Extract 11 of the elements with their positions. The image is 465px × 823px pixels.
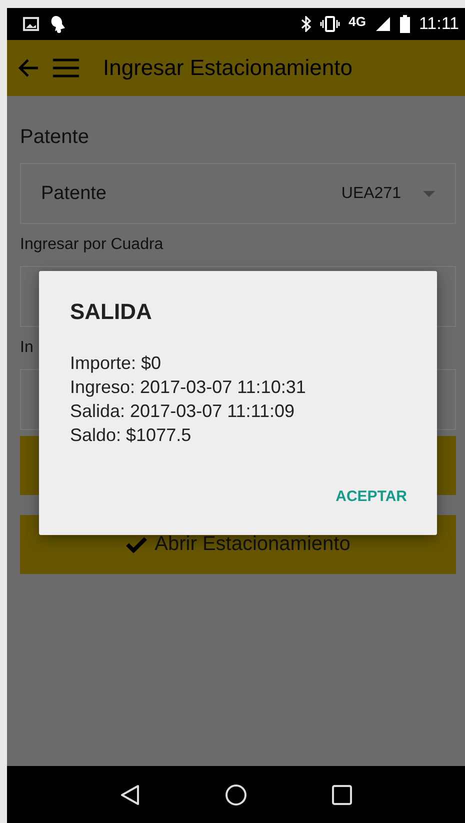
field-label: In [20,339,34,357]
network-type: 4G [348,14,366,28]
dialog-text-line: Importe: $0 [70,352,162,375]
dialog-text-line: Saldo: $1077.5 [70,424,192,447]
section-heading: Patente [20,126,90,149]
dialog-title: SALIDA [70,299,153,325]
clock-time: 11:11 [418,14,459,34]
screen-title: Ingresar Estacionamiento [103,55,352,81]
field-label: Ingresar por Cuadra [20,236,164,254]
dialog-text-line: Ingreso: 2017-03-07 11:10:31 [70,376,307,399]
dialog-text-line: Salida: 2017-03-07 11:11:09 [70,400,296,423]
